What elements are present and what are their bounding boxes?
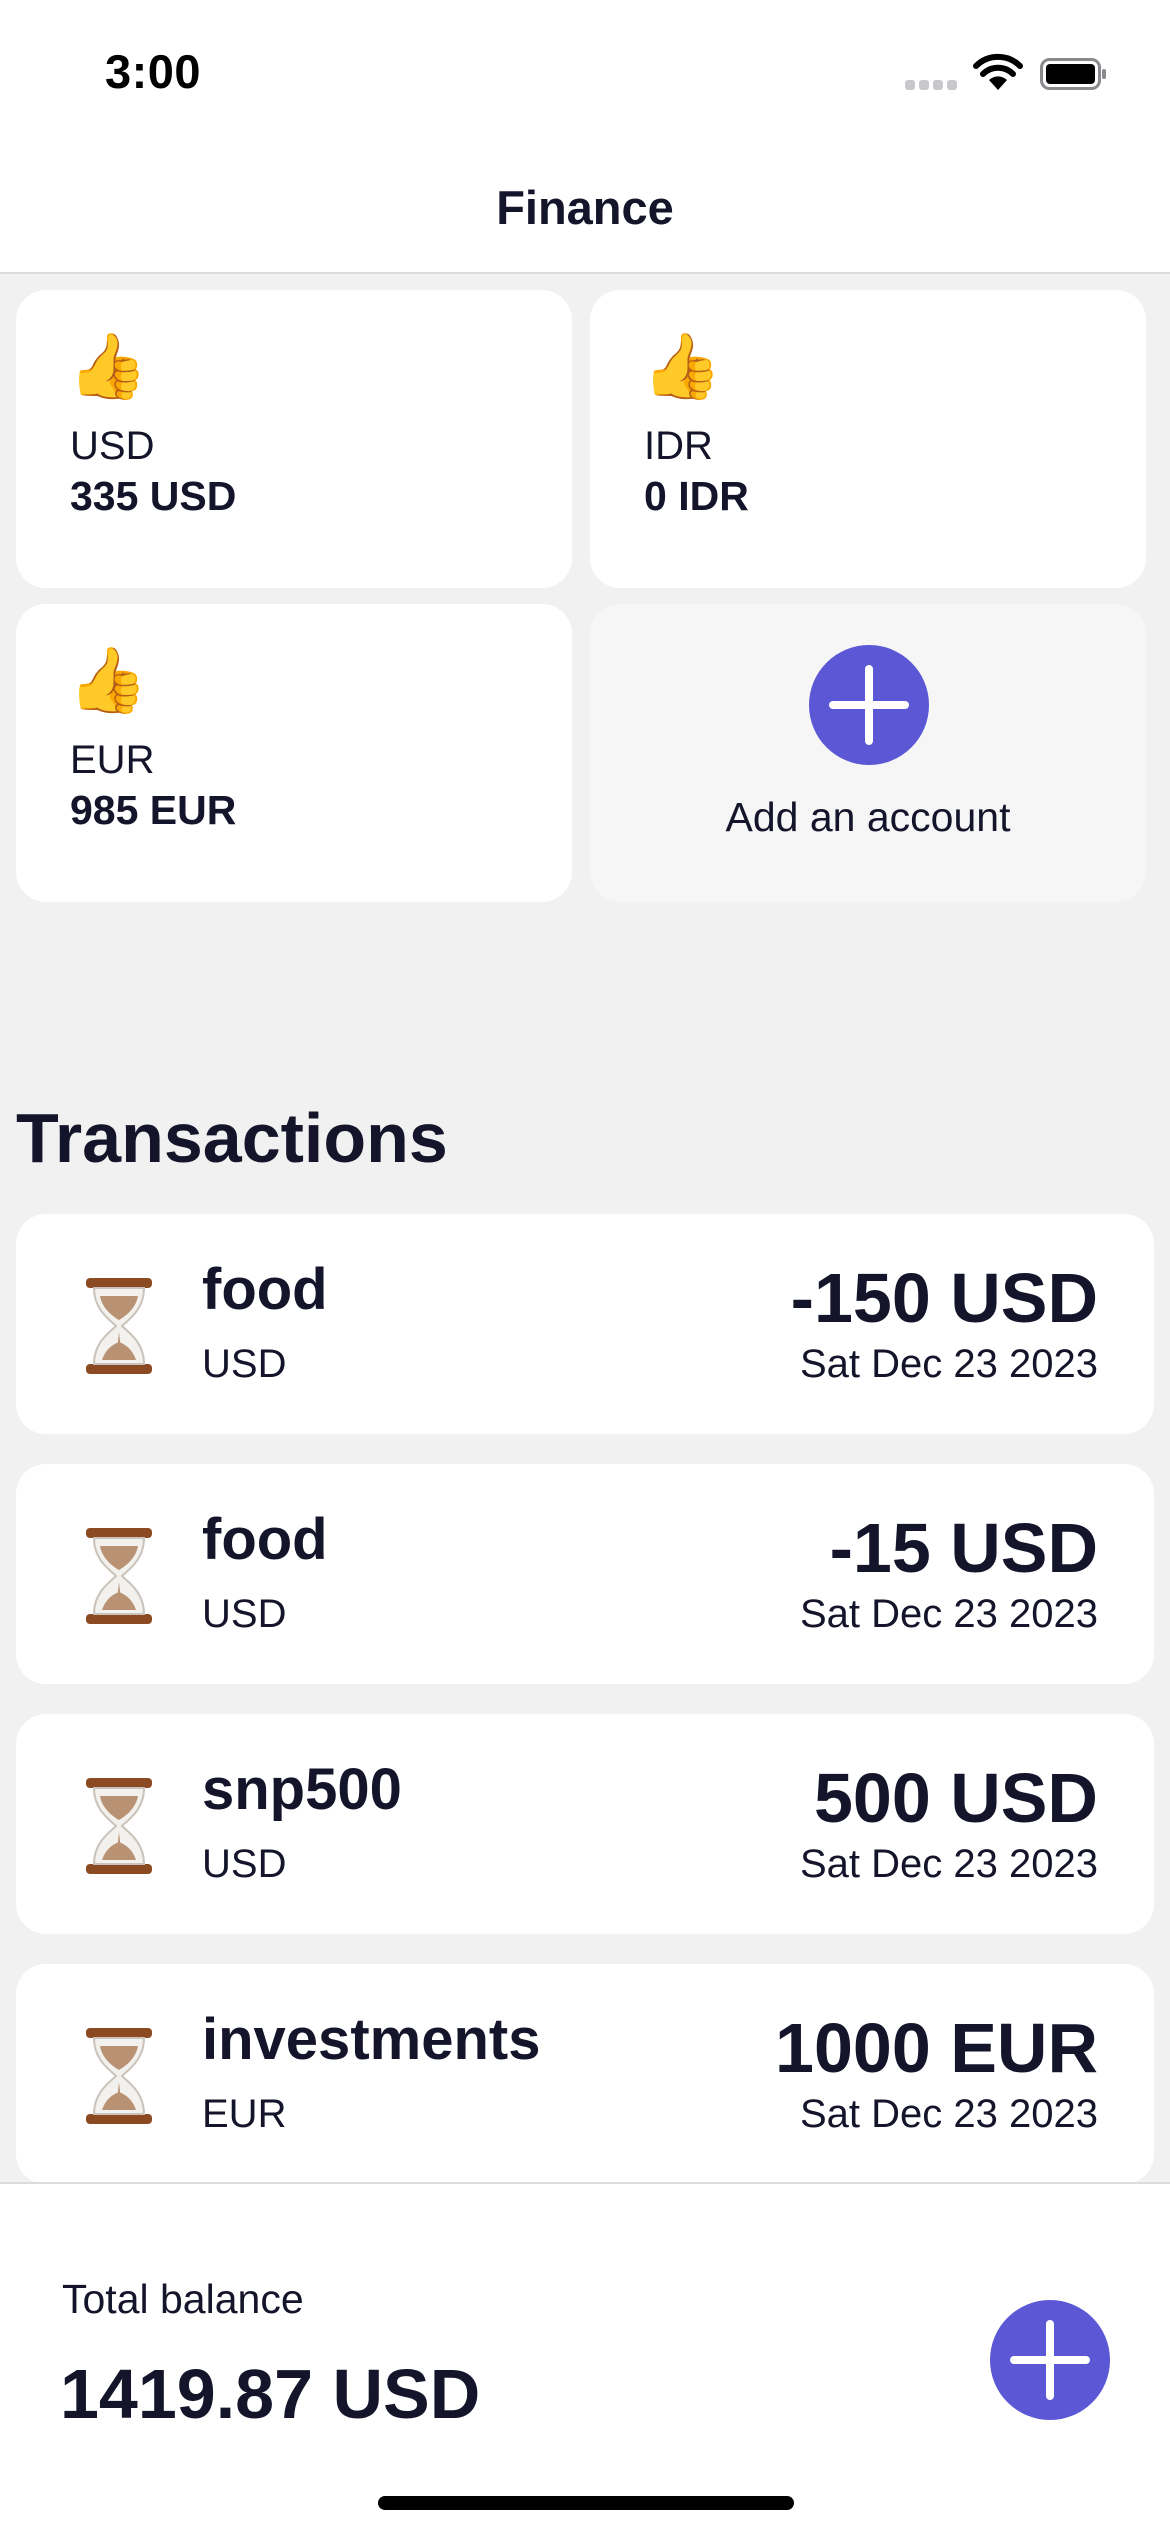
transaction-date: Sat Dec 23 2023 [800,1342,1098,1386]
transaction-title: investments [202,2007,541,2072]
add-transaction-button[interactable] [990,2300,1110,2420]
transaction-currency: EUR [202,2092,287,2136]
total-balance-panel: Total balance 1419.87 USD [0,2182,1170,2534]
wifi-icon [973,53,1023,90]
transaction-date: Sat Dec 23 2023 [800,2092,1098,2136]
plus-icon [829,665,909,745]
transaction-amount: -150 USD [790,1259,1098,1337]
account-card-idr[interactable]: 👍 IDR 0 IDR [590,290,1146,588]
thumbs-up-icon: 👍 [68,644,148,716]
account-balance: 985 EUR [70,787,237,833]
transaction-title: food [202,1507,328,1572]
transaction-currency: USD [202,1842,287,1886]
account-card-eur[interactable]: 👍 EUR 985 EUR [16,604,572,902]
hourglass-icon [86,1528,152,1624]
status-bar: 3:00 [0,0,1170,140]
add-account-circle [809,645,929,765]
total-balance-value: 1419.87 USD [60,2355,481,2433]
status-time: 3:00 [105,45,202,98]
transaction-title: snp500 [202,1757,402,1822]
hourglass-icon [86,2028,152,2124]
transaction-title: food [202,1257,328,1322]
navigation-bar: Finance [0,140,1170,274]
transaction-date: Sat Dec 23 2023 [800,1842,1098,1886]
cellular-signal-icon [905,80,959,92]
transaction-amount: 1000 EUR [775,2009,1098,2087]
transaction-row[interactable]: snp500 USD 500 USD Sat Dec 23 2023 [16,1714,1154,1934]
transaction-row[interactable]: food USD -150 USD Sat Dec 23 2023 [16,1214,1154,1434]
account-name: EUR [70,738,155,782]
transactions-heading: Transactions [16,1099,448,1177]
total-balance-label: Total balance [62,2276,304,2322]
page-title: Finance [496,181,674,234]
account-balance: 335 USD [70,473,237,519]
hourglass-icon [86,1778,152,1874]
account-name: USD [70,424,155,468]
transaction-amount: -15 USD [829,1509,1098,1587]
thumbs-up-icon: 👍 [642,330,722,402]
home-indicator[interactable] [378,2496,794,2510]
plus-icon [1010,2320,1090,2400]
battery-icon [1040,58,1106,90]
account-card-usd[interactable]: 👍 USD 335 USD [16,290,572,588]
thumbs-up-icon: 👍 [68,330,148,402]
transaction-row[interactable]: food USD -15 USD Sat Dec 23 2023 [16,1464,1154,1684]
account-name: IDR [644,424,713,468]
transaction-row[interactable]: investments EUR 1000 EUR Sat Dec 23 2023 [16,1964,1154,2184]
hourglass-icon [86,1278,152,1374]
account-balance: 0 IDR [644,473,749,519]
transaction-date: Sat Dec 23 2023 [800,1592,1098,1636]
transaction-currency: USD [202,1592,287,1636]
transaction-currency: USD [202,1342,287,1386]
add-account-button[interactable]: Add an account [590,604,1146,902]
add-account-label: Add an account [725,794,1011,840]
transaction-amount: 500 USD [813,1759,1098,1837]
